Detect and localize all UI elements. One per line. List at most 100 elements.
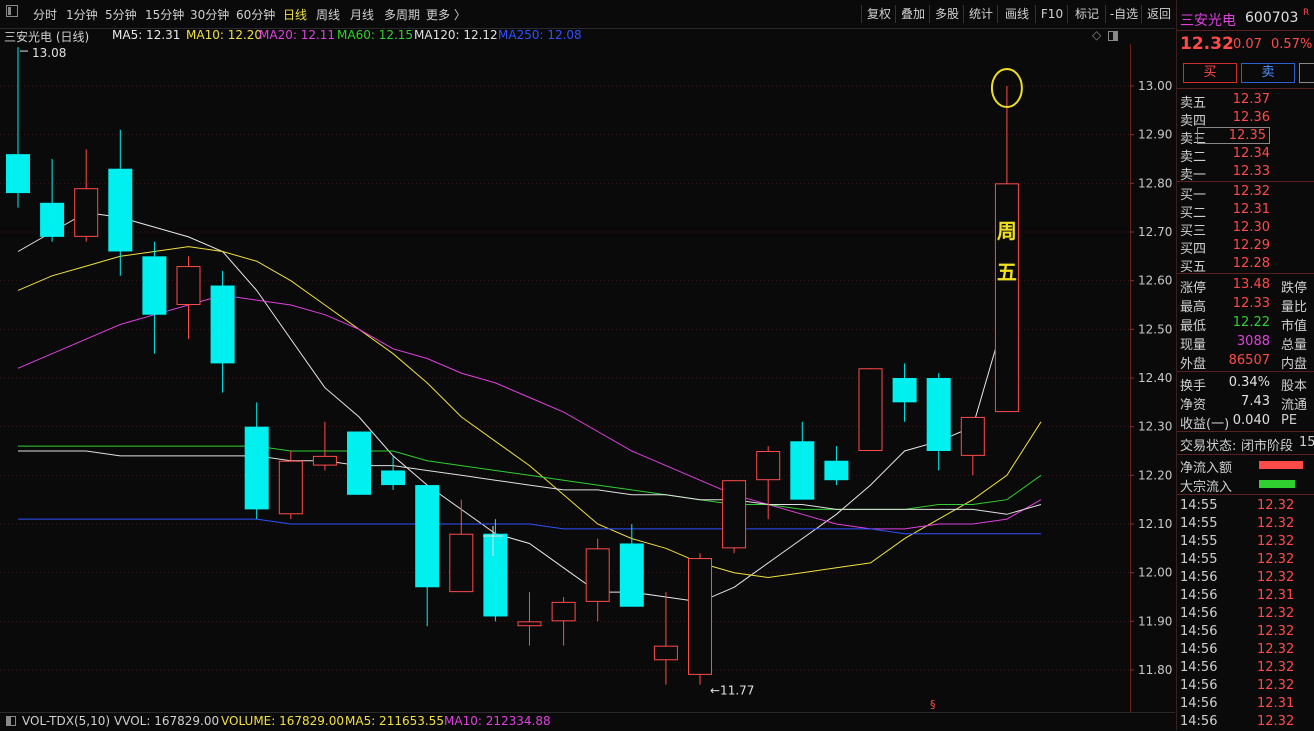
- bid-row[interactable]: 买一 12.32: [1177, 183, 1314, 203]
- bid-row[interactable]: 买四 12.29: [1177, 237, 1314, 257]
- sell-button[interactable]: 卖: [1241, 63, 1295, 83]
- volume-value: VOLUME: 167829.00: [221, 714, 344, 728]
- candle-body: [619, 543, 644, 607]
- y-tick-label: 12.30: [1138, 420, 1172, 434]
- annotation-text-2: 五: [997, 260, 1017, 284]
- f10-button[interactable]: F10: [1035, 5, 1068, 23]
- y-tick-label: 12.60: [1138, 274, 1172, 288]
- ask-row[interactable]: 卖四 12.36: [1177, 109, 1314, 129]
- ma5-value: MA5: 12.31: [112, 28, 181, 42]
- y-tick-label: 12.10: [1138, 517, 1172, 531]
- y-tick-label: 12.50: [1138, 322, 1172, 336]
- diamond-icon[interactable]: ◇: [1092, 28, 1101, 42]
- candle-body: [176, 266, 201, 305]
- bid-row[interactable]: 买二 12.31: [1177, 201, 1314, 221]
- remove-watchlist-button[interactable]: -自选: [1105, 5, 1142, 23]
- candle-body: [381, 470, 406, 486]
- y-tick-label: 12.00: [1138, 566, 1172, 580]
- tick-time: 14:56: [1180, 624, 1218, 639]
- ask-row[interactable]: 卖五 12.37: [1177, 91, 1314, 111]
- multi-stock-button[interactable]: 多股: [929, 5, 964, 23]
- ask-row[interactable]: 卖二 12.34: [1177, 145, 1314, 165]
- period-toolbar: 分时 1分钟 5分钟 15分钟 30分钟 60分钟 日线 周线 月线 多周期 更…: [0, 0, 1175, 29]
- price-change: 0.07: [1233, 37, 1262, 52]
- ma10-value: MA10: 12.20: [186, 28, 263, 42]
- volume-indicator-bar: VOL-TDX(5,10) VVOL: 167829.00 VOLUME: 16…: [0, 712, 1175, 731]
- sidebar-toggle-icon[interactable]: [6, 5, 18, 20]
- period-tab-monthly[interactable]: 月线: [350, 6, 374, 23]
- period-tab-multi[interactable]: 多周期: [384, 6, 420, 23]
- y-tick-label: 12.40: [1138, 371, 1172, 385]
- tick-price: 12.31: [1257, 588, 1295, 603]
- volume-panel-toggle-icon[interactable]: [6, 715, 16, 729]
- period-tab-15min[interactable]: 15分钟: [145, 6, 184, 23]
- bid-row[interactable]: 买三 12.30: [1177, 219, 1314, 239]
- stat-row-limit-up: 涨停 13.48 跌停: [1180, 277, 1308, 296]
- more-trade-button[interactable]: [1299, 63, 1314, 83]
- tick-row: 14:55 12.32: [1177, 515, 1314, 533]
- vol-ma10-value: MA10: 212334.88: [444, 714, 551, 728]
- tick-time: 14:55: [1180, 552, 1218, 567]
- period-tab-5min[interactable]: 5分钟: [105, 6, 137, 23]
- tick-row: 14:56 12.32: [1177, 605, 1314, 623]
- period-tab-weekly[interactable]: 周线: [316, 6, 340, 23]
- statistics-button[interactable]: 统计: [963, 5, 998, 23]
- candle-body: [347, 431, 371, 495]
- tick-row: 14:56 12.32: [1177, 677, 1314, 695]
- low-price-label: ←11.77: [710, 684, 754, 698]
- tick-price: 12.32: [1257, 516, 1295, 531]
- ma-line-ma250: [18, 518, 1041, 535]
- ask-row[interactable]: 卖一 12.33: [1177, 163, 1314, 183]
- tick-time: 14:56: [1180, 714, 1218, 729]
- tick-row: 14:56 12.32: [1177, 713, 1314, 730]
- vvol-value: VVOL: 167829.00: [114, 714, 220, 728]
- adjust-button[interactable]: 复权: [861, 5, 896, 23]
- ma60-value: MA60: 12.15: [337, 28, 414, 42]
- stat-row-eps: 收益(一) 0.040 PE: [1180, 413, 1298, 432]
- period-tab-intraday[interactable]: 分时: [33, 6, 57, 23]
- stat-row-low: 最低 12.22 市值: [1180, 315, 1308, 334]
- period-tab-more[interactable]: 更多 〉: [426, 6, 466, 23]
- candle-body: [142, 256, 167, 315]
- overlay-button[interactable]: 叠加: [895, 5, 930, 23]
- buy-button[interactable]: 买: [1183, 63, 1237, 83]
- tick-price: 12.32: [1257, 498, 1295, 513]
- y-tick-label: 13.00: [1138, 79, 1172, 93]
- vol-ma5-value: MA5: 211653.55: [345, 714, 444, 728]
- period-tab-1min[interactable]: 1分钟: [66, 6, 98, 23]
- candlestick-chart[interactable]: 13.00 12.90 12.80 12.70 12.60 12.50 12.40 12.30…: [0, 44, 1175, 712]
- candle-body: [517, 621, 542, 627]
- tick-price: 12.32: [1257, 714, 1295, 729]
- tick-price: 12.32: [1257, 534, 1295, 549]
- draw-line-button[interactable]: 画线: [997, 5, 1036, 23]
- window-toggle-icon[interactable]: [1108, 30, 1118, 44]
- ma-line-ma20: [17, 294, 1042, 530]
- candle-body: [244, 426, 269, 510]
- tick-price: 12.32: [1257, 552, 1295, 567]
- bid-row[interactable]: 买五 12.28: [1177, 255, 1314, 275]
- candle-body: [278, 460, 303, 515]
- tick-time: 14:56: [1180, 660, 1218, 675]
- candle-body: [210, 285, 235, 364]
- period-tab-60min[interactable]: 60分钟: [236, 6, 275, 23]
- tick-time: 14:56: [1180, 678, 1218, 693]
- candle-body: [688, 558, 712, 675]
- period-tab-daily[interactable]: 日线: [283, 6, 307, 23]
- candle-body: [960, 416, 985, 456]
- tick-time: 14:56: [1180, 696, 1218, 711]
- signal-mark: §: [930, 698, 936, 711]
- stat-row-net-assets: 净资 7.43 流通: [1180, 394, 1308, 413]
- back-button[interactable]: 返回: [1141, 5, 1176, 23]
- period-tab-30min[interactable]: 30分钟: [190, 6, 229, 23]
- mark-button[interactable]: 标记: [1067, 5, 1106, 23]
- tick-time: 14:55: [1180, 534, 1218, 549]
- ma-line-ma120: [18, 450, 1042, 515]
- block-inflow-bar: [1259, 480, 1295, 488]
- candle-body: [483, 533, 508, 617]
- ask-row[interactable]: 卖三 12.35: [1177, 127, 1314, 147]
- candle-body: [74, 188, 99, 237]
- vol-indicator-name[interactable]: VOL-TDX(5,10): [22, 714, 110, 728]
- quote-panel: 三安光电 600703 R 12.32 0.07 0.57% 买 卖 卖五 12.…: [1176, 0, 1314, 730]
- tick-price: 12.32: [1257, 624, 1295, 639]
- candle-body: [415, 485, 440, 588]
